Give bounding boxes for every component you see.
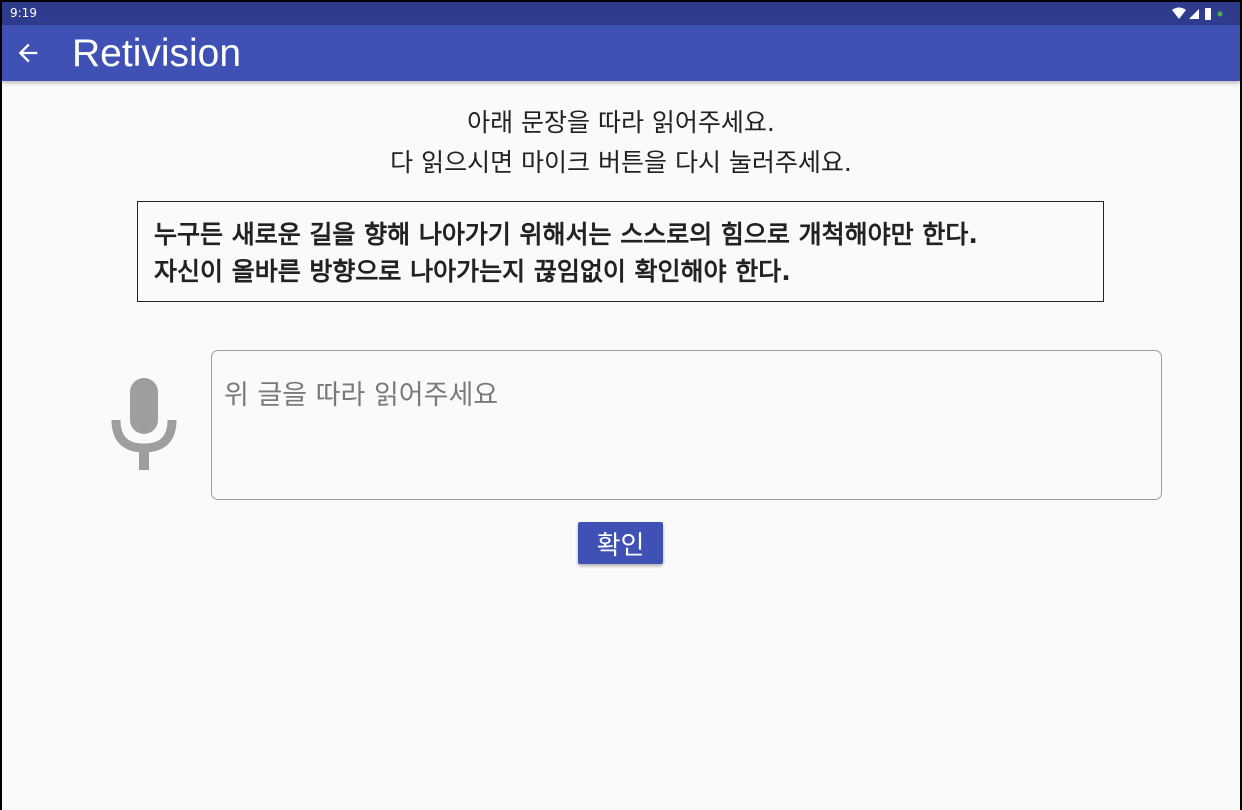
instruction-line-2: 다 읽으시면 마이크 버튼을 다시 눌러주세요. bbox=[390, 148, 852, 177]
screen: 9:19 Retivision 아래 문장을 따라 읽어주세요. 다 읽으시면 … bbox=[2, 2, 1240, 810]
sentence-line-2: 자신이 올바른 방향으로 나아가는지 끊임없이 확인해야 한다. bbox=[154, 257, 791, 286]
back-button[interactable] bbox=[14, 39, 42, 67]
instruction-line-1: 아래 문장을 따라 읽어주세요. bbox=[467, 108, 775, 137]
arrow-back-icon bbox=[18, 43, 38, 63]
mic-button[interactable] bbox=[106, 376, 182, 472]
confirm-button[interactable]: 확인 bbox=[578, 522, 663, 564]
app-bar: Retivision bbox=[2, 25, 1240, 81]
wifi-icon bbox=[1172, 7, 1186, 19]
app-title: Retivision bbox=[72, 32, 242, 75]
sentence-box: 누구든 새로운 길을 향해 나아가기 위해서는 스스로의 힘으로 개척해야만 한… bbox=[137, 201, 1104, 302]
instructions: 아래 문장을 따라 읽어주세요. 다 읽으시면 마이크 버튼을 다시 눌러주세요… bbox=[2, 103, 1240, 183]
notification-dot-icon bbox=[1217, 11, 1223, 17]
status-bar: 9:19 bbox=[2, 2, 1240, 25]
cell-signal-icon bbox=[1189, 9, 1199, 19]
status-time: 9:19 bbox=[10, 6, 37, 20]
sentence-line-1: 누구든 새로운 길을 향해 나아가기 위해서는 스스로의 힘으로 개척해야만 한… bbox=[154, 220, 978, 249]
battery-icon bbox=[1205, 8, 1211, 20]
speech-input[interactable] bbox=[211, 350, 1162, 500]
status-icons bbox=[1172, 7, 1230, 21]
microphone-icon bbox=[111, 378, 177, 470]
